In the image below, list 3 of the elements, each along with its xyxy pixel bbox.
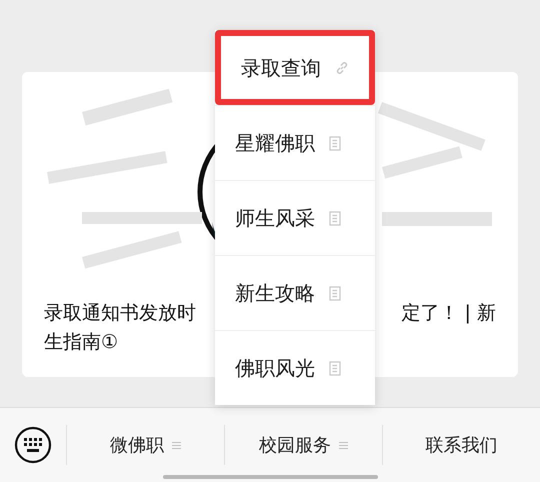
article-title: 生指南① (44, 330, 118, 355)
article-title: 定了！ | 新 (402, 301, 496, 326)
article-title: 录取通知书发放时 (44, 301, 196, 326)
